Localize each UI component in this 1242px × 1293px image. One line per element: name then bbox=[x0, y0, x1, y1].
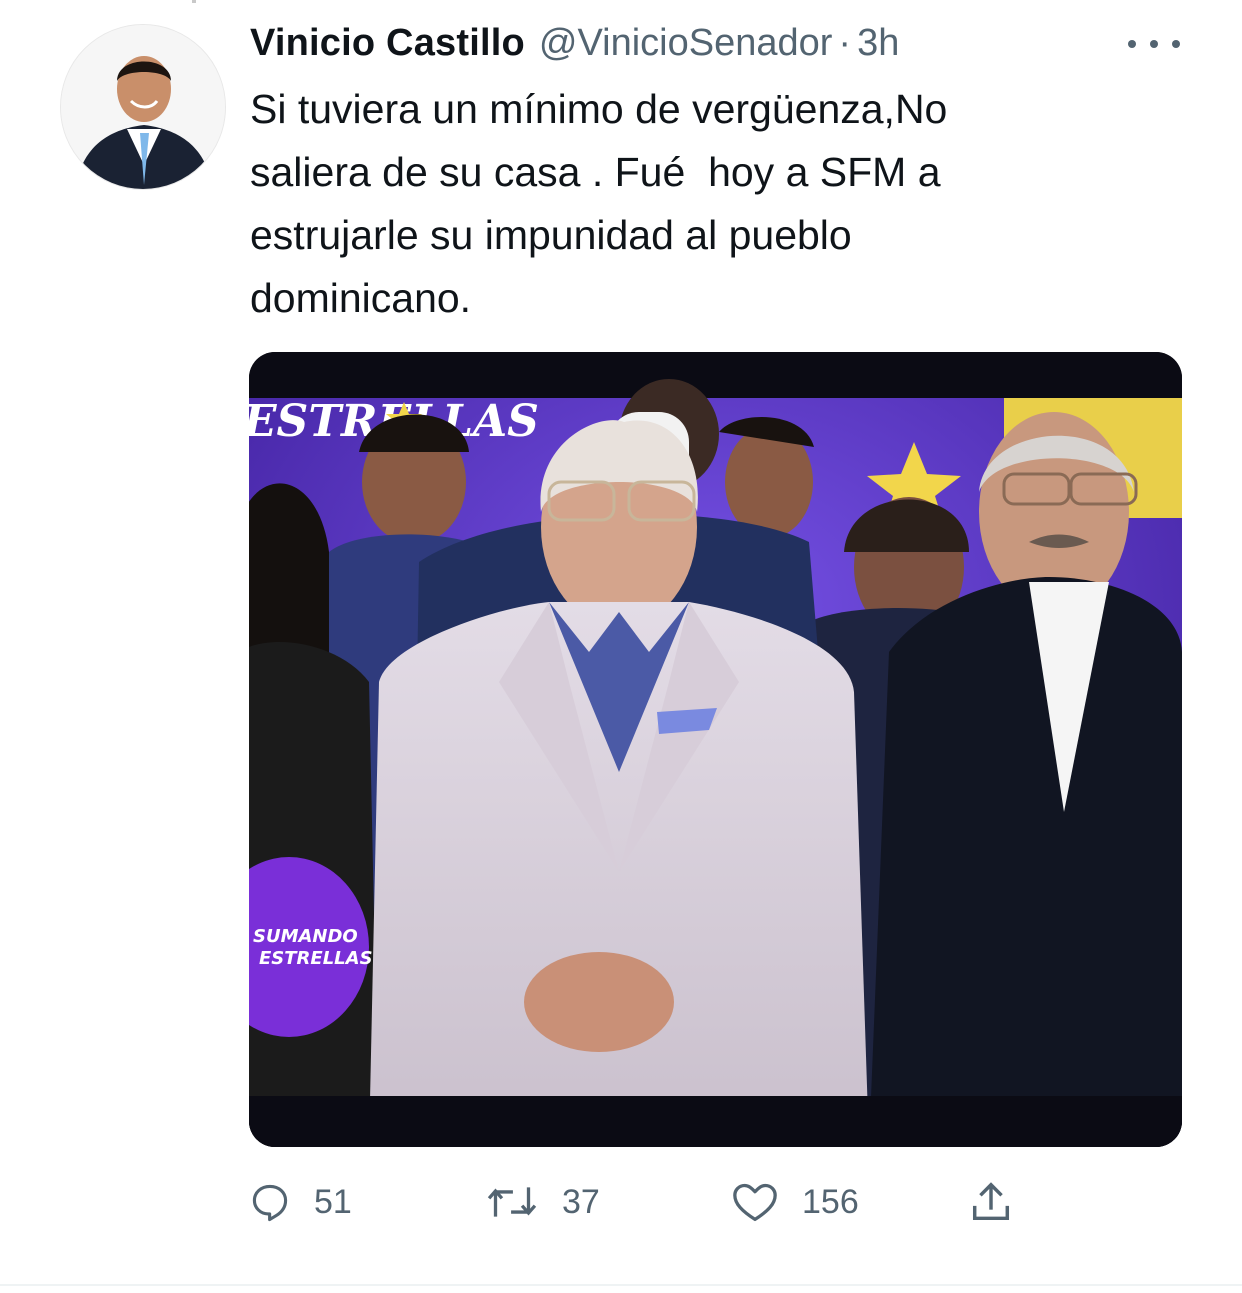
tweet-header: Vinicio Castillo @VinicioSenador · 3h bbox=[250, 22, 899, 72]
more-dot bbox=[1128, 40, 1136, 48]
logo-text-1: SUMANDO bbox=[253, 926, 358, 947]
tweet-text: Si tuviera un mínimo de vergüenza,No sal… bbox=[250, 86, 948, 321]
scroll-artifact bbox=[192, 0, 196, 3]
separator-dot: · bbox=[838, 22, 852, 64]
share-button[interactable] bbox=[968, 1170, 1014, 1234]
heart-icon bbox=[733, 1183, 777, 1222]
tweet-divider bbox=[0, 1284, 1242, 1286]
tweet: Vinicio Castillo @VinicioSenador · 3h Si… bbox=[0, 0, 1242, 1293]
reply-icon bbox=[252, 1184, 288, 1222]
media-photo: ESTRELLAS SUMANDO ESTRELLAS bbox=[249, 352, 1182, 1147]
avatar-image bbox=[61, 25, 225, 189]
logo-text-2: ESTRELLAS bbox=[259, 948, 373, 969]
timestamp[interactable]: 3h bbox=[857, 22, 899, 65]
retweet-count: 37 bbox=[562, 1182, 600, 1221]
like-button[interactable]: 156 bbox=[730, 1170, 859, 1234]
share-icon bbox=[972, 1182, 1010, 1221]
more-dot bbox=[1150, 40, 1158, 48]
retweet-icon bbox=[487, 1187, 537, 1217]
tweet-actions: 51 37 156 bbox=[248, 1170, 1048, 1234]
avatar[interactable] bbox=[60, 24, 226, 190]
more-options-icon[interactable] bbox=[1128, 28, 1180, 60]
like-count: 156 bbox=[802, 1182, 859, 1221]
more-dot bbox=[1172, 40, 1180, 48]
tweet-media[interactable]: ESTRELLAS SUMANDO ESTRELLAS bbox=[249, 352, 1182, 1147]
author-handle[interactable]: @VinicioSenador bbox=[539, 22, 833, 65]
reply-count: 51 bbox=[314, 1182, 352, 1221]
author-display-name[interactable]: Vinicio Castillo bbox=[250, 22, 525, 65]
retweet-button[interactable]: 37 bbox=[484, 1170, 600, 1234]
reply-button[interactable]: 51 bbox=[248, 1170, 352, 1234]
